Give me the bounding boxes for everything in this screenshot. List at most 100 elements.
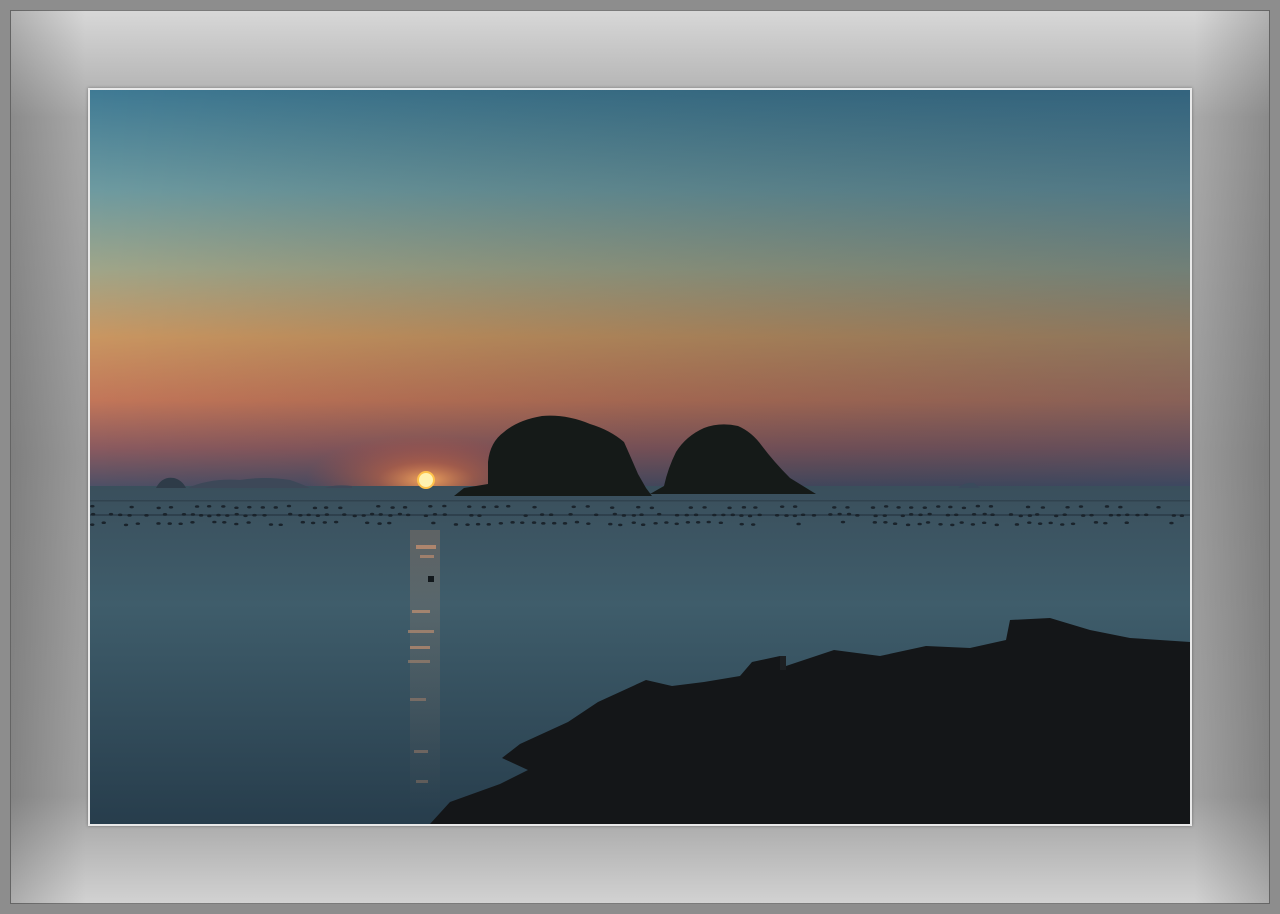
buoy-dot — [1144, 513, 1149, 517]
buoy-dot — [108, 512, 114, 516]
buoy-dot — [300, 520, 306, 524]
buoy-dot — [593, 513, 599, 517]
buoy-dot — [1008, 513, 1014, 516]
buoy-dot — [811, 514, 817, 517]
buoy-dot — [541, 522, 546, 525]
buoy-dot — [961, 506, 967, 510]
buoy-dot — [664, 521, 669, 524]
buoy-dot — [1048, 521, 1053, 525]
buoy-dot — [298, 513, 303, 517]
buoy-dot — [640, 523, 646, 527]
buoy-dot — [656, 512, 662, 516]
buoy-dot — [1027, 514, 1033, 517]
buoy-dot — [442, 504, 447, 508]
buoy-dot — [216, 513, 221, 517]
buoy-dot — [908, 513, 914, 516]
buoy-dot — [90, 523, 95, 526]
buoy-dot — [712, 513, 717, 517]
buoy-dot — [506, 504, 511, 508]
buoy-dot — [342, 513, 347, 516]
buoy-dot — [1108, 513, 1114, 517]
buoy-dot — [792, 505, 798, 508]
buoy-dot — [739, 514, 744, 517]
buoy-dot — [994, 523, 999, 527]
buoy-dot — [938, 522, 943, 526]
buoy-dot — [498, 521, 504, 525]
buoy-dot — [695, 520, 701, 524]
buoy-dot — [315, 514, 321, 517]
buoy-dot — [757, 513, 762, 517]
buoy-dot — [1070, 522, 1076, 526]
buoy-dot — [377, 522, 382, 525]
buoy-dot — [784, 514, 789, 517]
buoy-dot — [539, 513, 545, 516]
buoy-dot — [908, 506, 914, 509]
buoy-dot — [222, 520, 227, 524]
buoy-dot — [1040, 506, 1046, 509]
buoy-dot — [750, 523, 756, 526]
buoy-dot — [832, 506, 837, 509]
buoy-dot — [948, 505, 953, 509]
buoy-dot — [234, 512, 239, 516]
buoy-dot — [523, 514, 528, 517]
buoy-dot — [753, 506, 758, 509]
buoy-dot — [246, 521, 251, 524]
buoy-dot — [378, 513, 383, 516]
buoy-dot — [674, 513, 680, 517]
buoy-dot — [361, 514, 366, 517]
buoy-dot — [310, 521, 316, 525]
buoy-dot — [918, 513, 923, 517]
buoy-dot — [234, 522, 239, 526]
buoy-dot — [925, 521, 931, 524]
buoy-dot — [721, 513, 726, 517]
buoy-dot — [1116, 513, 1121, 517]
buoy-dot — [609, 506, 615, 509]
buoy-dot — [1171, 514, 1177, 517]
buoy-dot — [156, 506, 161, 510]
buoy — [428, 576, 434, 582]
buoy-dot — [855, 514, 860, 517]
buoy-dot — [178, 522, 183, 526]
buoy-dot — [608, 522, 613, 526]
buoy-dot — [586, 522, 591, 525]
sunset-photo — [90, 90, 1190, 824]
buoy-dot — [469, 514, 474, 517]
buoy-dot — [840, 520, 846, 524]
buoy-dot — [442, 513, 447, 516]
buoy-dot — [945, 513, 951, 517]
buoy-dot — [243, 514, 248, 518]
buoy-dot — [936, 505, 941, 508]
buoy-dot — [618, 523, 623, 527]
buoy-dot — [212, 520, 217, 524]
buoy-dot — [123, 523, 129, 527]
buoy-dot — [1062, 513, 1067, 516]
buoy-dot — [376, 504, 381, 508]
buoy-dot — [144, 514, 149, 517]
buoy-dot — [562, 522, 568, 525]
buoy-dot — [486, 523, 491, 526]
buoy-dot — [273, 506, 278, 509]
buoy-dot — [531, 521, 537, 524]
buoy-dot — [990, 513, 995, 516]
buoy-dot — [423, 514, 429, 518]
rock-post — [780, 656, 786, 670]
buoy-dot — [252, 513, 257, 517]
buoy-dot — [1124, 521, 1129, 525]
buoy-dot — [247, 505, 252, 509]
buoy-dot — [135, 522, 141, 525]
buoy-dot — [905, 523, 911, 527]
buoy-dot — [129, 505, 134, 509]
buoy-dot — [90, 512, 96, 516]
buoy-dot — [730, 513, 735, 517]
buoy-dot — [324, 513, 330, 516]
buoy-dot — [287, 512, 293, 516]
buoy-dot — [636, 505, 641, 509]
buoy-dot — [225, 514, 230, 517]
buoy-dot — [1156, 505, 1161, 509]
buoy-dot — [988, 505, 994, 508]
buoy-dot — [190, 513, 196, 516]
buoy-dot — [1103, 521, 1108, 525]
buoy-dot — [207, 514, 212, 518]
buoy-dot — [739, 522, 744, 526]
buoy-dot — [117, 513, 123, 517]
